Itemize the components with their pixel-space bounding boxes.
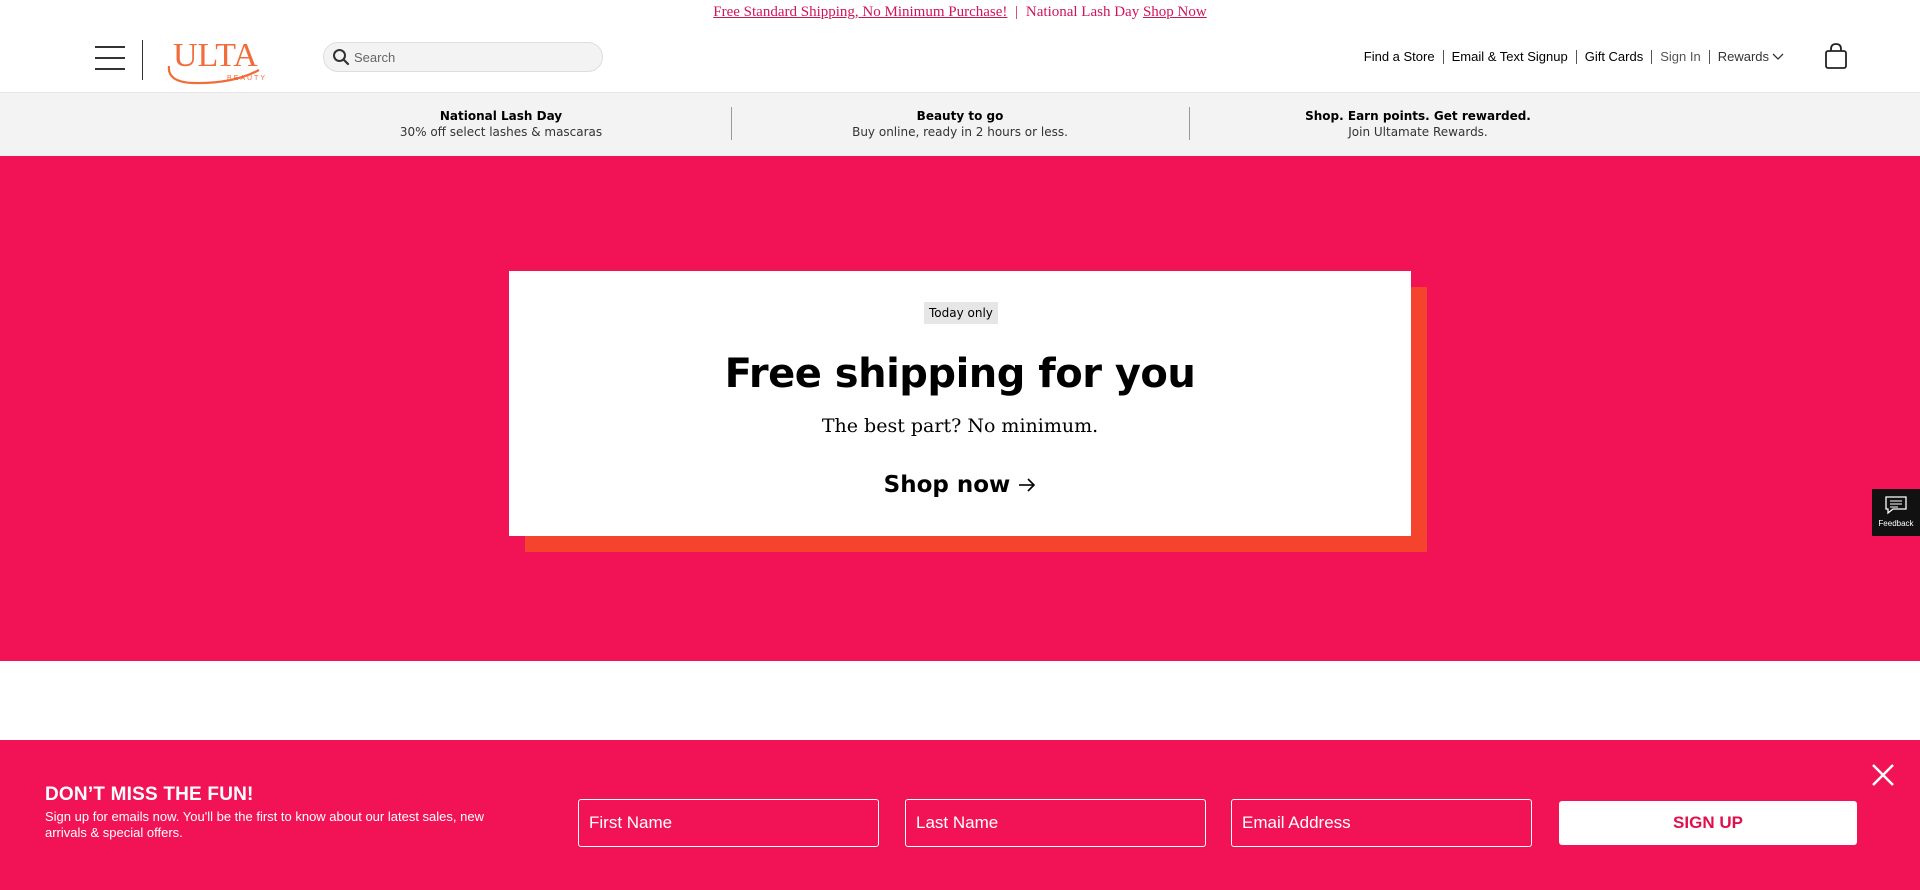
signup-heading: DON’T MISS THE FUN! xyxy=(45,784,254,805)
logo-subtext: BEAUTY xyxy=(227,75,267,82)
email-signup-bar: DON’T MISS THE FUN! Sign up for emails n… xyxy=(0,740,1920,890)
ulta-logo[interactable]: ULTA BEAUTY xyxy=(163,36,273,86)
signup-description: Sign up for emails now. You'll be the fi… xyxy=(45,809,484,840)
site-header: ULTA BEAUTY Find a Store Email & Text Si… xyxy=(0,24,1920,92)
hero-card: Today only Free shipping for you The bes… xyxy=(509,271,1411,536)
free-shipping-link[interactable]: Free Standard Shipping, No Minimum Purch… xyxy=(713,4,1007,20)
rewards-dropdown[interactable]: Rewards xyxy=(1710,48,1792,66)
utility-nav: Find a Store Email & Text Signup Gift Ca… xyxy=(1356,48,1792,66)
search-icon xyxy=(333,49,350,66)
first-name-field[interactable] xyxy=(578,799,879,847)
rewards-label: Rewards xyxy=(1717,49,1769,64)
shop-now-link[interactable]: Shop Now xyxy=(1143,4,1207,20)
hero-title: Free shipping for you xyxy=(724,351,1196,397)
shop-now-button[interactable]: Shop now xyxy=(509,472,1411,498)
lash-day-text: National Lash Day xyxy=(1025,4,1140,20)
promo-bar: Free Standard Shipping, No Minimum Purch… xyxy=(0,0,1920,24)
chat-icon xyxy=(1885,496,1907,515)
value-prop-subtitle: Join Ultamate Rewards. xyxy=(1348,125,1488,139)
value-prop-subtitle: Buy online, ready in 2 hours or less. xyxy=(852,125,1068,139)
value-prop-subtitle: 30% off select lashes & mascaras xyxy=(399,125,603,139)
header-divider xyxy=(142,40,143,80)
search-bar[interactable] xyxy=(323,42,603,72)
logo-wordmark: ULTA xyxy=(173,37,258,74)
value-prop-beauty-to-go[interactable]: Beauty to go Buy online, ready in 2 hour… xyxy=(731,108,1189,140)
search-input[interactable] xyxy=(354,49,584,65)
find-store-link[interactable]: Find a Store xyxy=(1356,48,1443,66)
close-icon[interactable] xyxy=(1871,763,1895,787)
email-text-signup-link[interactable]: Email & Text Signup xyxy=(1444,48,1576,66)
hero-subtitle: The best part? No minimum. xyxy=(821,415,1099,437)
value-prop-title: Beauty to go xyxy=(916,109,1004,123)
gift-cards-link[interactable]: Gift Cards xyxy=(1577,48,1652,66)
value-prop-lash-day[interactable]: National Lash Day 30% off select lashes … xyxy=(272,108,730,140)
chevron-down-icon xyxy=(1772,53,1784,60)
menu-icon[interactable] xyxy=(95,46,125,72)
arrow-right-icon xyxy=(1019,478,1036,492)
promo-separator: | xyxy=(1015,4,1019,20)
today-only-badge: Today only xyxy=(924,302,998,324)
shop-now-label: Shop now xyxy=(883,472,1011,498)
last-name-field[interactable] xyxy=(905,799,1206,847)
hero-banner: Today only Free shipping for you The bes… xyxy=(0,156,1920,661)
value-prop-title: National Lash Day xyxy=(439,109,563,123)
value-prop-title: Shop. Earn points. Get rewarded. xyxy=(1305,109,1531,123)
shopping-bag-icon[interactable] xyxy=(1824,43,1848,69)
value-prop-rewards[interactable]: Shop. Earn points. Get rewarded. Join Ul… xyxy=(1189,108,1647,140)
feedback-tab[interactable]: Feedback xyxy=(1872,489,1920,536)
feedback-label: Feedback xyxy=(1878,519,1914,528)
sign-in-link[interactable]: Sign In xyxy=(1652,48,1708,66)
email-field[interactable] xyxy=(1231,799,1532,847)
sign-up-button[interactable]: SIGN UP xyxy=(1559,801,1857,845)
value-prop-strip: National Lash Day 30% off select lashes … xyxy=(0,92,1920,156)
